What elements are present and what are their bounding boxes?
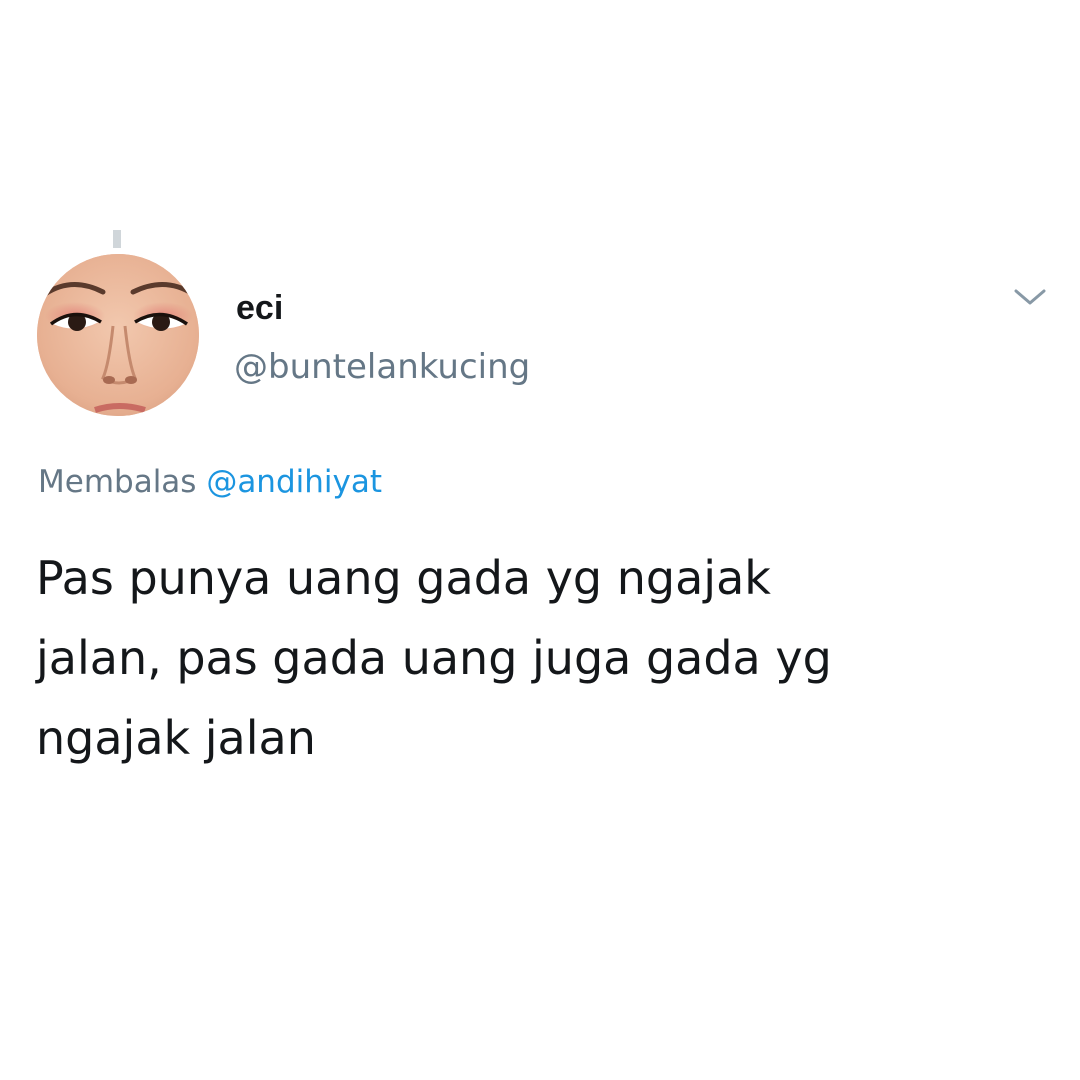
- thread-connector-line: [113, 230, 121, 248]
- chevron-down-icon[interactable]: [1008, 282, 1052, 312]
- tweet-text-line: jalan, pas gada uang juga gada yg: [36, 631, 832, 685]
- reply-mention-link[interactable]: @andihiyat: [206, 464, 382, 500]
- tweet-text: Pas punya uang gada yg ngajak jalan, pas…: [36, 538, 1046, 778]
- reply-context: Membalas @andihiyat: [38, 462, 382, 502]
- tweet-text-line: Pas punya uang gada yg ngajak: [36, 551, 771, 605]
- author-display-name[interactable]: eci: [236, 288, 283, 328]
- avatar-image: [37, 254, 199, 416]
- tweet-text-line: ngajak jalan: [36, 711, 316, 765]
- tweet-card[interactable]: eci @buntelankucing Membalas @andihiyat …: [0, 230, 1080, 850]
- reply-prefix: Membalas: [38, 464, 197, 500]
- page: eci @buntelankucing Membalas @andihiyat …: [0, 0, 1080, 1080]
- author-handle[interactable]: @buntelankucing: [234, 346, 530, 388]
- avatar[interactable]: [37, 254, 199, 416]
